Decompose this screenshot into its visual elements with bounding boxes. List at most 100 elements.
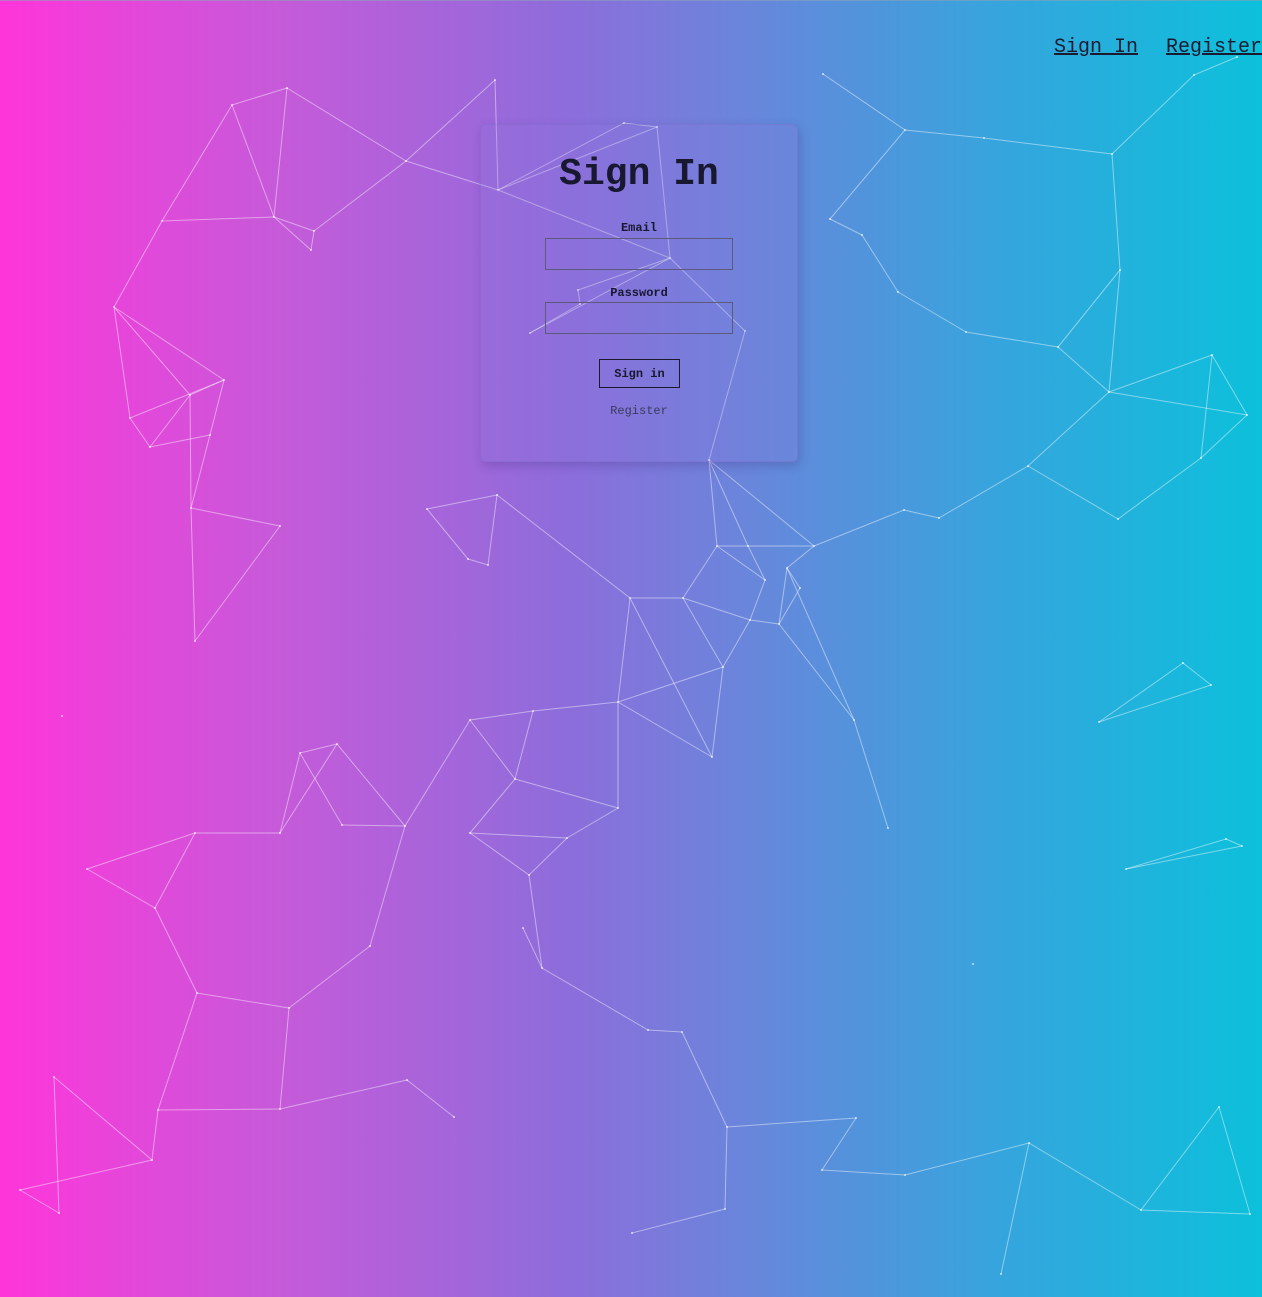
- network-node: [113, 306, 115, 308]
- network-line: [1125, 845, 1243, 870]
- network-line: [822, 73, 906, 131]
- network-node: [903, 509, 905, 511]
- network-node: [938, 517, 940, 519]
- network-node: [149, 446, 151, 448]
- nav-sign-in-link[interactable]: Sign In: [1054, 36, 1138, 59]
- network-line: [336, 743, 406, 827]
- network-node: [617, 701, 619, 703]
- network-node: [778, 623, 780, 625]
- network-line: [1108, 269, 1121, 393]
- network-line: [190, 507, 196, 642]
- network-line: [469, 719, 516, 780]
- network-line: [129, 379, 225, 419]
- network-line: [747, 545, 766, 581]
- nav-register-link[interactable]: Register: [1166, 36, 1262, 59]
- network-node: [58, 1212, 60, 1214]
- network-line: [1027, 465, 1119, 520]
- network-line: [113, 220, 163, 308]
- network-node: [829, 218, 831, 220]
- network-line: [1200, 354, 1213, 459]
- network-node: [532, 710, 534, 712]
- network-line: [341, 824, 406, 827]
- password-field[interactable]: [545, 302, 733, 334]
- network-line: [53, 1076, 153, 1161]
- network-line: [157, 992, 198, 1111]
- network-line: [189, 379, 225, 396]
- network-line: [904, 129, 985, 139]
- network-node: [279, 832, 281, 834]
- network-node: [1108, 391, 1110, 393]
- network-line: [149, 394, 191, 448]
- network-line: [487, 494, 498, 566]
- network-node: [566, 837, 568, 839]
- network-line: [716, 545, 766, 581]
- sign-in-button[interactable]: Sign in: [599, 359, 680, 388]
- network-line: [682, 597, 751, 621]
- network-node: [231, 104, 233, 106]
- network-node: [1249, 1213, 1251, 1215]
- network-node: [86, 868, 88, 870]
- network-line: [1098, 684, 1212, 723]
- network-line: [1117, 457, 1202, 520]
- register-link[interactable]: Register: [481, 404, 797, 418]
- network-node: [453, 1116, 455, 1118]
- network-node: [341, 824, 343, 826]
- network-line: [541, 967, 649, 1031]
- network-node: [405, 160, 407, 162]
- network-node: [369, 945, 371, 947]
- network-line: [279, 1007, 290, 1110]
- network-line: [196, 992, 290, 1009]
- network-node: [861, 234, 863, 236]
- network-line: [532, 701, 619, 712]
- network-line: [522, 927, 543, 969]
- network-node: [19, 1189, 21, 1191]
- network-node: [1200, 457, 1202, 459]
- network-line: [749, 579, 766, 621]
- network-line: [983, 137, 1113, 155]
- network-node: [151, 1159, 153, 1161]
- top-edge-line: [0, 0, 1262, 1]
- network-node: [61, 715, 63, 717]
- network-line: [1057, 269, 1121, 348]
- network-node: [764, 579, 766, 581]
- network-node: [887, 827, 889, 829]
- network-node: [1193, 74, 1195, 76]
- network-line: [1111, 74, 1195, 155]
- network-line: [786, 567, 801, 589]
- network-line: [681, 1031, 728, 1128]
- network-node: [288, 1007, 290, 1009]
- network-node: [904, 129, 906, 131]
- network-node: [279, 1108, 281, 1110]
- network-line: [821, 1117, 857, 1171]
- network-line: [938, 465, 1029, 519]
- network-line: [1111, 153, 1121, 271]
- network-line: [279, 743, 338, 834]
- network-line: [682, 545, 718, 599]
- network-line: [1200, 414, 1248, 459]
- network-line: [231, 104, 275, 218]
- network-line: [149, 434, 211, 448]
- network-line: [279, 1079, 408, 1110]
- network-node: [897, 291, 899, 293]
- network-node: [194, 832, 196, 834]
- network-line: [273, 216, 315, 232]
- network-line: [113, 306, 225, 381]
- network-node: [496, 494, 498, 496]
- network-line: [722, 619, 751, 668]
- network-line: [708, 459, 749, 547]
- network-line: [749, 619, 780, 625]
- network-line: [19, 1189, 60, 1214]
- network-line: [708, 459, 718, 547]
- network-node: [853, 719, 855, 721]
- network-node: [1225, 838, 1227, 840]
- network-node: [157, 1109, 159, 1111]
- network-node: [1098, 721, 1100, 723]
- network-line: [190, 507, 281, 527]
- email-field[interactable]: [545, 238, 733, 270]
- network-node: [404, 825, 406, 827]
- network-node: [336, 743, 338, 745]
- network-line: [190, 434, 211, 509]
- network-line: [1211, 354, 1248, 416]
- network-line: [617, 597, 631, 703]
- network-node: [209, 434, 211, 436]
